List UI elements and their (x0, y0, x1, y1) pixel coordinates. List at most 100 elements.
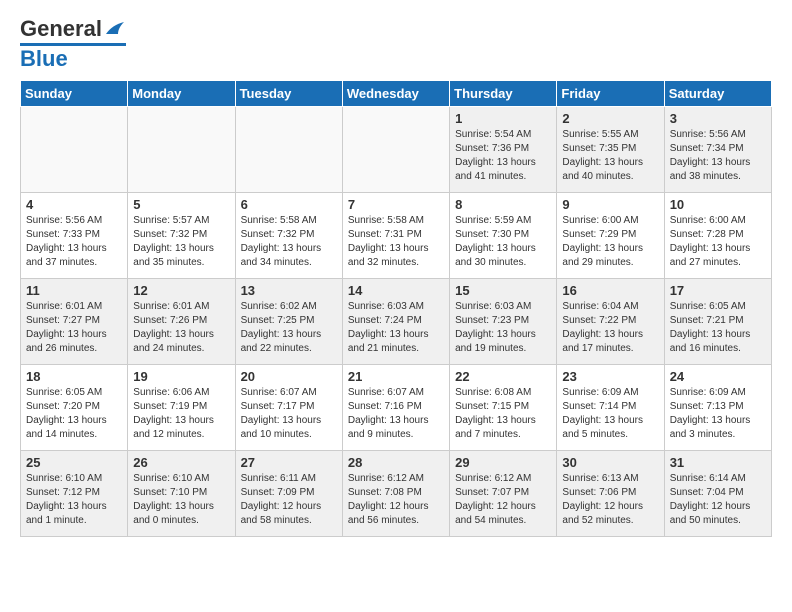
cell-info-line: Sunset: 7:29 PM (562, 228, 658, 242)
cell-info-line: and 9 minutes. (348, 428, 444, 442)
cell-info-line: Sunset: 7:06 PM (562, 486, 658, 500)
cell-info-line: and 5 minutes. (562, 428, 658, 442)
calendar-cell (128, 107, 235, 193)
calendar-cell: 27 Sunrise: 6:11 AMSunset: 7:09 PMDayligh… (235, 451, 342, 537)
cell-info-line: Sunset: 7:19 PM (133, 400, 229, 414)
cell-info-line: Sunrise: 6:06 AM (133, 386, 229, 400)
calendar-cell: 20Sunrise: 6:07 AMSunset: 7:17 PMDayligh… (235, 365, 342, 451)
cell-info-line: Sunrise: 6:04 AM (562, 300, 658, 314)
day-number: 16 (562, 283, 658, 298)
cell-info-line: Sunset: 7:30 PM (455, 228, 551, 242)
cell-info-line: Daylight: 13 hours (455, 156, 551, 170)
cell-info-line: Sunrise: 6:00 AM (562, 214, 658, 228)
cell-info-line: Daylight: 13 hours (348, 328, 444, 342)
cell-info-line: Daylight: 12 hours (562, 500, 658, 514)
cell-info-line: Sunset: 7:27 PM (26, 314, 122, 328)
cell-info-line: Sunset: 7:10 PM (133, 486, 229, 500)
calendar-cell: 24Sunrise: 6:09 AMSunset: 7:13 PMDayligh… (664, 365, 771, 451)
day-number: 27 (241, 455, 337, 470)
cell-info-line: and 3 minutes. (670, 428, 766, 442)
cell-info-line: Sunset: 7:26 PM (133, 314, 229, 328)
day-number: 26 (133, 455, 229, 470)
cell-info-line: Daylight: 13 hours (133, 500, 229, 514)
day-number: 20 (241, 369, 337, 384)
cell-info-line: Sunset: 7:31 PM (348, 228, 444, 242)
calendar-cell: 30Sunrise: 6:13 AMSunset: 7:06 PMDayligh… (557, 451, 664, 537)
cell-info-line: Daylight: 13 hours (26, 500, 122, 514)
cell-info-line: and 54 minutes. (455, 514, 551, 528)
cell-info-line: Daylight: 12 hours (348, 500, 444, 514)
cell-info-line: Sunrise: 5:56 AM (670, 128, 766, 142)
day-number: 25 (26, 455, 122, 470)
day-number: 30 (562, 455, 658, 470)
day-number: 6 (241, 197, 337, 212)
cell-info-line: Sunrise: 6:01 AM (26, 300, 122, 314)
col-header-sunday: Sunday (21, 81, 128, 107)
cell-info-line: and 32 minutes. (348, 256, 444, 270)
cell-info-line: and 50 minutes. (670, 514, 766, 528)
cell-info-line: Sunset: 7:32 PM (241, 228, 337, 242)
cell-info-line: and 56 minutes. (348, 514, 444, 528)
cell-info-line: and 35 minutes. (133, 256, 229, 270)
col-header-thursday: Thursday (450, 81, 557, 107)
cell-info-line: Sunset: 7:14 PM (562, 400, 658, 414)
cell-info-line: and 21 minutes. (348, 342, 444, 356)
cell-info-line: Sunrise: 6:02 AM (241, 300, 337, 314)
calendar-cell: 25Sunrise: 6:10 AMSunset: 7:12 PMDayligh… (21, 451, 128, 537)
cell-info-line: Sunrise: 6:00 AM (670, 214, 766, 228)
cell-info-line: Sunset: 7:04 PM (670, 486, 766, 500)
cell-info-line: Sunrise: 6:12 AM (455, 472, 551, 486)
cell-info-line: and 40 minutes. (562, 170, 658, 184)
cell-info-line: Sunset: 7:12 PM (26, 486, 122, 500)
cell-info-line: and 29 minutes. (562, 256, 658, 270)
calendar-cell: 2Sunrise: 5:55 AMSunset: 7:35 PMDaylight… (557, 107, 664, 193)
cell-info-line: and 41 minutes. (455, 170, 551, 184)
cell-info-line: Sunrise: 5:57 AM (133, 214, 229, 228)
cell-info-line: Sunrise: 6:12 AM (348, 472, 444, 486)
col-header-saturday: Saturday (664, 81, 771, 107)
cell-info-line: and 24 minutes. (133, 342, 229, 356)
cell-info-line: Sunrise: 5:56 AM (26, 214, 122, 228)
day-number: 23 (562, 369, 658, 384)
calendar-cell: 9Sunrise: 6:00 AMSunset: 7:29 PMDaylight… (557, 193, 664, 279)
day-number: 21 (348, 369, 444, 384)
day-number: 13 (241, 283, 337, 298)
cell-info-line: Sunset: 7:17 PM (241, 400, 337, 414)
day-number: 4 (26, 197, 122, 212)
cell-info-line: Daylight: 13 hours (455, 328, 551, 342)
calendar-cell: 31Sunrise: 6:14 AMSunset: 7:04 PMDayligh… (664, 451, 771, 537)
day-number: 7 (348, 197, 444, 212)
day-number: 18 (26, 369, 122, 384)
calendar-cell: 13Sunrise: 6:02 AMSunset: 7:25 PMDayligh… (235, 279, 342, 365)
cell-info-line: and 38 minutes. (670, 170, 766, 184)
cell-info-line: Sunset: 7:07 PM (455, 486, 551, 500)
cell-info-line: Daylight: 13 hours (348, 242, 444, 256)
day-number: 9 (562, 197, 658, 212)
col-header-tuesday: Tuesday (235, 81, 342, 107)
cell-info-line: Daylight: 12 hours (670, 500, 766, 514)
cell-info-line: Sunrise: 6:11 AM (241, 472, 337, 486)
cell-info-line: Daylight: 13 hours (670, 414, 766, 428)
cell-info-line: Sunset: 7:23 PM (455, 314, 551, 328)
day-number: 3 (670, 111, 766, 126)
calendar-cell: 28Sunrise: 6:12 AMSunset: 7:08 PMDayligh… (342, 451, 449, 537)
cell-info-line: and 7 minutes. (455, 428, 551, 442)
cell-info-line: Sunrise: 6:09 AM (670, 386, 766, 400)
cell-info-line: Sunrise: 6:09 AM (562, 386, 658, 400)
cell-info-line: Daylight: 13 hours (241, 414, 337, 428)
logo: General Blue (20, 16, 126, 72)
col-header-wednesday: Wednesday (342, 81, 449, 107)
cell-info-line: and 30 minutes. (455, 256, 551, 270)
cell-info-line: Sunset: 7:13 PM (670, 400, 766, 414)
cell-info-line: Sunset: 7:22 PM (562, 314, 658, 328)
cell-info-line: Daylight: 12 hours (241, 500, 337, 514)
day-number: 8 (455, 197, 551, 212)
cell-info-line: Sunset: 7:34 PM (670, 142, 766, 156)
cell-info-line: Sunset: 7:33 PM (26, 228, 122, 242)
week-row-5: 25Sunrise: 6:10 AMSunset: 7:12 PMDayligh… (21, 451, 772, 537)
cell-info-line: and 26 minutes. (26, 342, 122, 356)
cell-info-line: Daylight: 13 hours (670, 328, 766, 342)
col-header-monday: Monday (128, 81, 235, 107)
cell-info-line: Sunset: 7:09 PM (241, 486, 337, 500)
cell-info-line: and 14 minutes. (26, 428, 122, 442)
